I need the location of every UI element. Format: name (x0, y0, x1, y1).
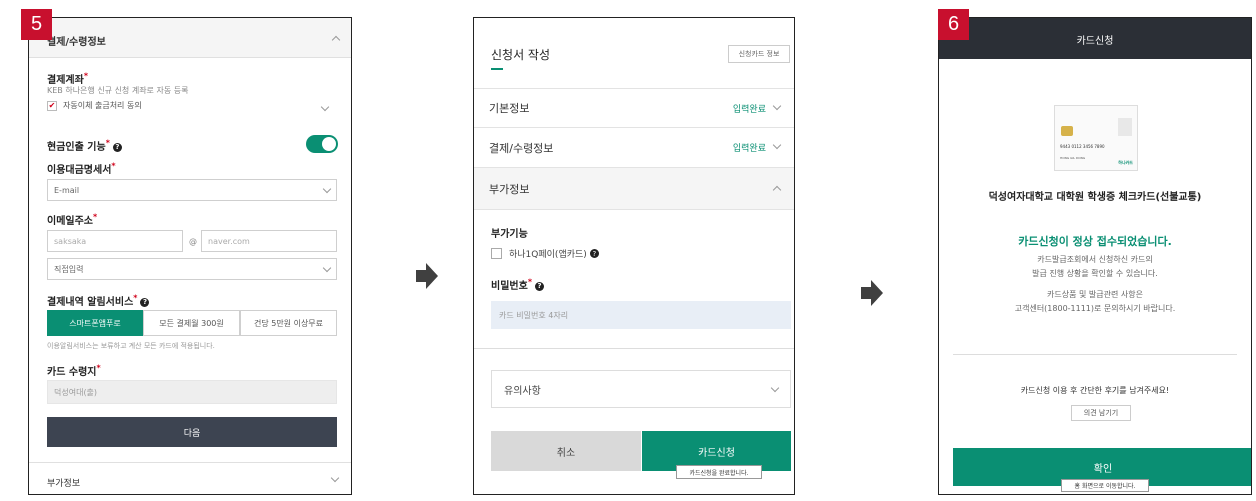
row-label: 기본정보 (489, 102, 530, 115)
card-name: 덕성여자대학교 대학원 학생증 체크카드(선불교통) (988, 192, 1202, 203)
notice-dropdown[interactable]: 유의사항 (491, 370, 791, 408)
statement-select[interactable]: E-mail (47, 179, 337, 201)
card-chip (1061, 126, 1073, 136)
auto-transfer-label: 자동이체 출금처리 동의 (63, 101, 142, 110)
desc-line-1: 카드발급조회에서 신청하신 카드의 (1037, 255, 1153, 264)
card-brand-logo: 하나카드 (1118, 160, 1133, 165)
notify-option-per[interactable]: 건당 5만원 이상무료 (240, 310, 337, 336)
email-select-value: 직접입력 (54, 264, 84, 274)
chevron-down-icon (322, 184, 332, 194)
password-input[interactable]: 카드 비밀번호 4자리 (491, 301, 791, 329)
section-header-additional[interactable]: 부가정보 (29, 462, 351, 494)
cash-withdraw-label: 현금인출 기능*? (47, 138, 122, 153)
status-complete: 입력완료 (732, 104, 766, 115)
receive-value: 덕성여대(출) (54, 387, 98, 397)
email-domain-select[interactable]: 직접입력 (47, 258, 337, 280)
row-basic-info[interactable]: 기본정보 입력완료 (474, 88, 794, 128)
cancel-button[interactable]: 취소 (491, 431, 641, 471)
home-tooltip: 홈 화면으로 이동합니다. (1061, 479, 1149, 492)
password-placeholder: 카드 비밀번호 4자리 (499, 310, 569, 320)
header-title: 카드신청 (1076, 36, 1114, 47)
chevron-up-icon (331, 35, 341, 45)
help-icon[interactable]: ? (589, 249, 599, 258)
help-icon[interactable]: ? (112, 142, 122, 152)
row-payment-info[interactable]: 결제/수령정보 입력완료 (474, 128, 794, 168)
card-image: 9443 0112 3456 7890 HONG GIL DONG 하나카드 (1054, 105, 1138, 171)
chevron-down-icon (330, 473, 340, 483)
toggle-knob (322, 137, 336, 151)
status-complete: 입력완료 (732, 144, 766, 154)
receive-label: 카드 수령지* (47, 363, 101, 378)
desc-line-4: 고객센터(1800-1111)로 문의하시기 바랍니다. (1014, 304, 1176, 313)
statement-label: 이용대금명세서* (47, 161, 116, 176)
chevron-up-icon (772, 185, 782, 195)
account-label: 결제계좌* (47, 71, 88, 86)
notify-option-app[interactable]: 스마트폰앱푸로 (47, 310, 143, 336)
hana-pay-checkbox[interactable]: 하나1Q페이(앱카드) ? (491, 247, 599, 260)
review-prompt: 카드신청 이용 후 간단한 후기를 남겨주세요! (1020, 386, 1170, 395)
row-label: 결제/수령정보 (489, 141, 554, 155)
divider (953, 354, 1237, 355)
notice-label: 유의사항 (504, 385, 541, 397)
panel-payment-info: 결제/수령정보 결제계좌* KEB 하나은행 신규 신청 계좌로 자동 등록 ✔… (28, 17, 352, 495)
card-number: 9443 0112 3456 7890 (1060, 144, 1105, 149)
checkbox-box (491, 248, 502, 259)
section-title: 부가정보 (47, 479, 81, 489)
help-icon[interactable]: ? (535, 281, 544, 291)
desc-line-3: 카드상품 및 발급관련 사항은 (1047, 290, 1143, 299)
card-photo (1118, 118, 1132, 136)
statement-value: E-mail (54, 185, 80, 195)
notify-label: 결제내역 알림서비스*? (47, 293, 150, 308)
divider (474, 348, 794, 349)
section-title: 결제/수령정보 (47, 37, 106, 48)
section-header-payment[interactable]: 결제/수령정보 (29, 18, 351, 58)
password-label: 비밀번호*? (491, 277, 544, 292)
notify-note: 이용알림서비스는 보류하고 계산 모든 카드에 적용됩니다. (47, 342, 215, 350)
next-button[interactable]: 다음 (47, 417, 337, 447)
hana-pay-label: 하나1Q페이(앱카드) (509, 250, 587, 260)
arrow-right-icon (416, 263, 438, 289)
apply-tooltip: 카드신청을 완료합니다. (676, 465, 762, 479)
panel-application-complete: 카드신청 9443 0112 3456 7890 HONG GIL DONG 하… (938, 17, 1252, 495)
title-underline (491, 68, 503, 70)
auto-transfer-checkbox[interactable]: ✔ 자동이체 출금처리 동의 (47, 100, 142, 111)
row-label: 부가정보 (489, 182, 530, 196)
header-bar: 카드신청 (939, 18, 1251, 59)
chevron-down-icon (772, 101, 782, 111)
email-id-value: saksaka (54, 236, 87, 246)
success-message: 카드신청이 정상 접수되었습니다. (1018, 235, 1172, 248)
step-badge-6: 6 (938, 9, 969, 40)
email-id-input[interactable]: saksaka (47, 230, 183, 252)
account-desc: KEB 하나은행 신규 신청 계좌로 자동 등록 (47, 86, 189, 95)
cash-toggle[interactable] (306, 135, 338, 153)
card-info-button[interactable]: 신청카드 정보 (728, 45, 790, 63)
step-badge-5: 5 (21, 9, 52, 40)
check-icon: ✔ (47, 100, 57, 111)
chevron-down-icon (772, 140, 782, 150)
notify-option-all[interactable]: 모든 결제월 300원 (143, 310, 240, 336)
extra-feature-label: 부가기능 (491, 229, 528, 240)
chevron-down-icon (770, 383, 780, 393)
receive-field: 덕성여대(출) (47, 380, 337, 404)
email-label: 이메일주소* (47, 212, 98, 227)
page-title: 신청서 작성 (491, 48, 551, 62)
chevron-down-icon[interactable] (320, 102, 330, 112)
chevron-down-icon (322, 263, 332, 273)
email-domain-value: naver.com (208, 236, 250, 246)
email-domain-input[interactable]: naver.com (201, 230, 337, 252)
email-at-sign: @ (189, 237, 197, 246)
row-additional-info[interactable]: 부가정보 (474, 168, 794, 210)
desc-line-2: 발급 진행 상황을 확인할 수 있습니다. (1032, 269, 1158, 278)
review-button[interactable]: 의견 남기기 (1071, 405, 1131, 421)
help-icon[interactable]: ? (140, 297, 150, 307)
panel-application-form: 신청서 작성 신청카드 정보 기본정보 입력완료 결제/수령정보 입력완료 부가… (473, 17, 795, 495)
arrow-right-icon (861, 280, 883, 306)
card-holder: HONG GIL DONG (1060, 156, 1086, 160)
